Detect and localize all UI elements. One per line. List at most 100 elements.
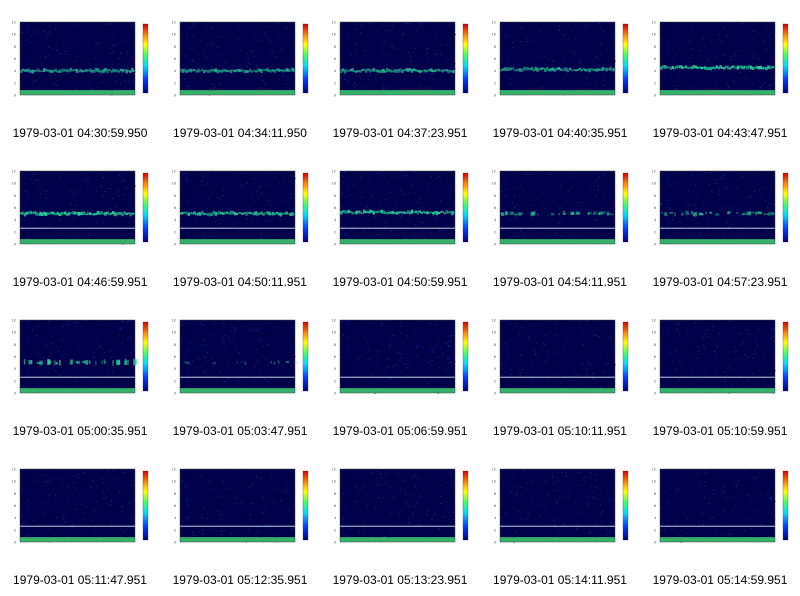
noise-speckle: [552, 345, 554, 347]
noise-speckle: [110, 500, 112, 502]
noise-speckle: [732, 71, 734, 73]
noise-speckle: [120, 327, 122, 329]
noise-speckle: [239, 33, 242, 35]
noise-speckle: [573, 220, 575, 222]
noise-speckle: [447, 350, 449, 352]
noise-speckle: [251, 503, 254, 504]
noise-speckle: [531, 378, 533, 379]
noise-speckle: [231, 51, 233, 53]
emission-band-mark: [30, 360, 33, 364]
panel-timestamp: 1979-03-01 05:13:23.951: [332, 573, 468, 587]
noise-speckle: [545, 335, 547, 336]
y-tick-label: 10: [652, 331, 656, 335]
noise-speckle: [535, 336, 537, 337]
noise-speckle: [195, 483, 197, 485]
noise-speckle: [384, 536, 387, 537]
noise-speckle: [363, 532, 366, 534]
noise-speckle: [698, 521, 700, 523]
noise-speckle: [420, 221, 422, 223]
y-tick-label: 6: [14, 355, 16, 359]
noise-speckle: [602, 73, 604, 75]
noise-speckle: [81, 199, 84, 201]
noise-speckle: [756, 345, 759, 347]
noise-speckle: [347, 344, 349, 346]
noise-speckle: [223, 322, 225, 324]
noise-speckle: [37, 384, 39, 386]
noise-speckle: [374, 79, 376, 81]
noise-speckle: [595, 85, 597, 87]
noise-speckle: [54, 534, 56, 535]
noise-speckle: [73, 237, 76, 239]
emission-band-mark: [212, 361, 217, 365]
noise-speckle: [543, 194, 545, 196]
noise-speckle: [537, 503, 540, 505]
noise-speckle: [343, 171, 345, 172]
noise-speckle: [594, 219, 596, 220]
low-frequency-band: [660, 388, 775, 393]
spectrogram-background: [340, 22, 455, 95]
noise-speckle: [577, 204, 579, 206]
noise-speckle: [520, 40, 522, 42]
noise-speckle: [350, 230, 352, 232]
noise-speckle: [749, 79, 752, 81]
noise-speckle: [746, 208, 748, 210]
noise-speckle: [259, 187, 261, 189]
noise-speckle: [714, 489, 716, 491]
spectrogram-plot: 024681012: [12, 468, 149, 545]
colorbar: [462, 470, 469, 541]
noise-speckle: [422, 222, 424, 224]
y-tick-label: 2: [654, 528, 656, 532]
y-tick-label: 0: [654, 94, 656, 98]
noise-speckle: [734, 346, 736, 348]
noise-speckle: [181, 481, 183, 483]
noise-speckle: [379, 473, 381, 474]
noise-speckle: [110, 184, 112, 186]
emission-band-mark: [709, 211, 713, 214]
noise-speckle: [725, 497, 727, 499]
noise-speckle: [389, 341, 391, 342]
noise-speckle: [343, 176, 345, 178]
noise-speckle: [237, 476, 239, 478]
noise-speckle: [767, 386, 769, 388]
noise-speckle: [62, 326, 65, 328]
y-tick-label: 4: [654, 367, 657, 371]
noise-speckle: [732, 206, 734, 208]
noise-speckle: [101, 478, 103, 480]
noise-speckle: [102, 348, 104, 350]
noise-speckle: [676, 89, 678, 90]
noise-speckle: [287, 77, 289, 79]
noise-speckle: [189, 63, 191, 65]
noise-speckle: [362, 486, 364, 487]
y-tick-label: 8: [334, 194, 336, 198]
noise-speckle: [749, 44, 752, 46]
y-tick-label: 4: [174, 516, 177, 520]
noise-speckle: [65, 209, 67, 211]
noise-speckle: [704, 531, 706, 533]
noise-speckle: [576, 520, 578, 522]
noise-speckle: [765, 28, 767, 30]
noise-speckle: [514, 207, 516, 208]
noise-speckle: [747, 329, 749, 331]
noise-speckle: [509, 340, 511, 342]
noise-speckle: [207, 183, 209, 185]
noise-speckle: [235, 74, 237, 76]
noise-speckle: [363, 230, 365, 232]
noise-speckle: [359, 531, 361, 532]
noise-speckle: [444, 520, 446, 522]
noise-speckle: [44, 359, 46, 361]
noise-speckle: [206, 352, 208, 353]
noise-speckle: [411, 184, 413, 185]
noise-speckle: [80, 220, 82, 221]
noise-speckle: [105, 484, 107, 485]
noise-speckle: [123, 180, 125, 182]
y-tick-label: 12: [12, 170, 16, 174]
noise-speckle: [514, 485, 516, 487]
noise-speckle: [409, 522, 411, 524]
noise-speckle: [379, 506, 381, 508]
noise-speckle: [439, 496, 442, 497]
noise-speckle: [593, 496, 595, 498]
noise-speckle: [48, 372, 50, 373]
noise-speckle: [678, 360, 680, 362]
noise-speckle: [373, 515, 375, 516]
y-tick-label: 6: [334, 57, 336, 61]
